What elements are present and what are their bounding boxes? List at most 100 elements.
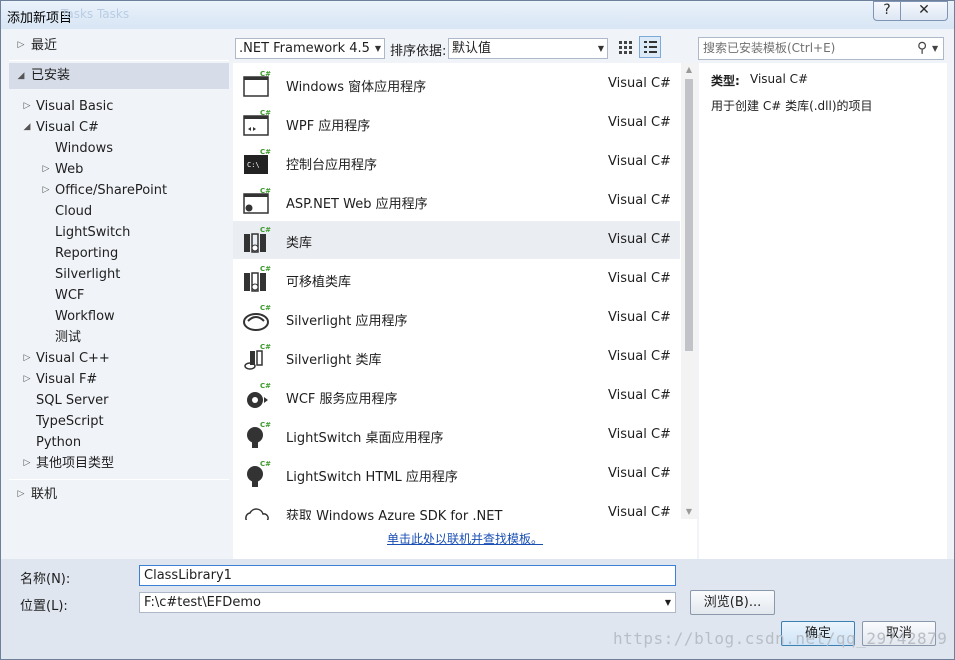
tree-item-installed[interactable]: ◢ 已安装 [9, 63, 229, 89]
tree-item-web[interactable]: ▷ Web [9, 159, 229, 180]
project-name-value: ClassLibrary1 [144, 568, 232, 583]
tree-item-recent[interactable]: ▷ 最近 [9, 35, 229, 56]
expand-arrow-icon[interactable]: ▷ [15, 35, 27, 56]
help-button[interactable]: ? [873, 1, 901, 21]
svg-text:C#: C# [260, 109, 271, 117]
template-name: LightSwitch HTML 应用程序 [286, 470, 458, 485]
svg-text:C#: C# [260, 382, 271, 390]
tree-item-wcf[interactable]: WCF [9, 285, 229, 306]
template-item[interactable]: C# Windows 窗体应用程序 Visual C# [233, 65, 680, 103]
template-item[interactable]: C# Silverlight 类库 Visual C# [233, 338, 680, 376]
tree-item-label: 最近 [31, 38, 58, 53]
template-list-scrollbar[interactable]: ▲ ▼ [681, 63, 697, 519]
template-item[interactable]: 获取 Windows Azure SDK for .NET Visual C# [233, 494, 680, 520]
expand-arrow-icon[interactable]: ▷ [21, 348, 33, 369]
tree-item-visual-basic[interactable]: ▷ Visual Basic [9, 96, 229, 117]
add-new-project-dialog: 添加新项目 Tasks Tasks ? ✕ ▷ 最近 ◢ 已安装 ▷ Visua… [0, 0, 955, 660]
tree-item-lightswitch[interactable]: LightSwitch [9, 222, 229, 243]
find-templates-online-link[interactable]: 单击此处以联机并查找模板。 [387, 530, 543, 547]
template-item[interactable]: C# LightSwitch 桌面应用程序 Visual C# [233, 416, 680, 454]
small-icons-view-button[interactable] [614, 36, 636, 58]
tree-item-windows[interactable]: Windows [9, 138, 229, 159]
sort-dropdown[interactable]: 默认值 ▼ [448, 38, 608, 59]
template-details-pane: 类型: Visual C# 用于创建 C# 类库(.dll)的项目 [699, 63, 947, 559]
tree-item-typescript[interactable]: TypeScript [9, 411, 229, 432]
aspnet-web-icon: C# [243, 187, 271, 214]
search-icon[interactable]: ⚲ [917, 38, 927, 59]
template-item[interactable]: C# 可移植类库 Visual C# [233, 260, 680, 298]
tree-item-label: Visual C# [36, 120, 99, 135]
scrollbar-thumb[interactable] [685, 79, 693, 351]
expand-arrow-icon[interactable]: ▷ [40, 159, 52, 180]
project-name-input[interactable]: ClassLibrary1 [139, 565, 676, 586]
browse-button[interactable]: 浏览(B)... [690, 590, 775, 615]
template-item[interactable]: C# WPF 应用程序 Visual C# [233, 104, 680, 142]
template-language: Visual C# [608, 388, 671, 403]
template-name: WCF 服务应用程序 [286, 392, 398, 407]
chevron-down-icon: ▼ [374, 44, 381, 53]
tree-item-office-sharepoint[interactable]: ▷ Office/SharePoint [9, 180, 229, 201]
cloud-icon [245, 508, 269, 520]
scroll-down-icon[interactable]: ▼ [681, 505, 697, 519]
template-language: Visual C# [608, 310, 671, 325]
svg-text:C:\: C:\ [247, 161, 260, 169]
template-language: Visual C# [608, 505, 671, 520]
template-item[interactable]: C# WCF 服务应用程序 Visual C# [233, 377, 680, 415]
template-name: WPF 应用程序 [286, 119, 371, 134]
tree-item-label: Office/SharePoint [55, 183, 168, 198]
tree-item-label: 测试 [55, 330, 82, 345]
expand-arrow-icon[interactable]: ▷ [21, 96, 33, 117]
tree-item-reporting[interactable]: Reporting [9, 243, 229, 264]
lightswitch-html-icon: C# [247, 460, 271, 487]
scroll-up-icon[interactable]: ▲ [681, 63, 697, 77]
tree-item-python[interactable]: Python [9, 432, 229, 453]
template-item[interactable]: C# LightSwitch HTML 应用程序 Visual C# [233, 455, 680, 493]
tree-item-cloud[interactable]: Cloud [9, 201, 229, 222]
tree-item-test[interactable]: 测试 [9, 327, 229, 348]
tree-item-label: TypeScript [36, 414, 104, 429]
template-search-box[interactable]: 搜索已安装模板(Ctrl+E) ⚲ ▼ [698, 37, 944, 60]
template-item[interactable]: C# Silverlight 应用程序 Visual C# [233, 299, 680, 337]
tree-item-label: Silverlight [55, 267, 121, 282]
details-view-button[interactable] [639, 36, 661, 58]
title-bar: 添加新项目 Tasks Tasks ? ✕ [1, 1, 954, 29]
template-language: Visual C# [608, 76, 671, 91]
tree-item-other-project-types[interactable]: ▷ 其他项目类型 [9, 453, 229, 474]
tree-item-label: Reporting [55, 246, 119, 261]
svg-text:C#: C# [260, 421, 271, 429]
tree-item-visual-csharp[interactable]: ◢ Visual C# [9, 117, 229, 138]
template-language: Visual C# [608, 232, 671, 247]
svg-text:C#: C# [260, 70, 271, 78]
template-item-selected[interactable]: C# 类库 Visual C# [233, 221, 680, 259]
divider [9, 479, 229, 480]
tree-item-online[interactable]: ▷ 联机 [9, 484, 229, 505]
template-item[interactable]: C:\ C# 控制台应用程序 Visual C# [233, 143, 680, 181]
tree-item-silverlight[interactable]: Silverlight [9, 264, 229, 285]
tree-item-label: Windows [55, 141, 114, 156]
collapse-arrow-icon[interactable]: ◢ [21, 117, 33, 138]
tree-item-visual-fsharp[interactable]: ▷ Visual F# [9, 369, 229, 390]
expand-arrow-icon[interactable]: ▷ [40, 180, 52, 201]
template-item[interactable]: C# ASP.NET Web 应用程序 Visual C# [233, 182, 680, 220]
template-name: 类库 [286, 236, 313, 251]
framework-dropdown[interactable]: .NET Framework 4.5 ▼ [235, 38, 385, 59]
chevron-down-icon[interactable]: ▼ [932, 38, 938, 59]
tree-item-visual-cpp[interactable]: ▷ Visual C++ [9, 348, 229, 369]
template-language: Visual C# [608, 349, 671, 364]
tree-item-workflow[interactable]: Workflow [9, 306, 229, 327]
portable-class-library-icon: C# [244, 265, 271, 292]
tree-item-sql-server[interactable]: SQL Server [9, 390, 229, 411]
wpf-icon: C# [243, 109, 271, 136]
location-combo[interactable]: F:\c#test\EFDemo ▼ [139, 592, 676, 613]
windows-forms-icon: C# [243, 70, 271, 97]
expand-arrow-icon[interactable]: ▷ [21, 369, 33, 390]
tree-item-label: Web [55, 162, 84, 177]
tree-item-label: SQL Server [36, 393, 109, 408]
console-app-icon: C:\ C# [244, 148, 271, 174]
expand-arrow-icon[interactable]: ▷ [21, 453, 33, 474]
type-label: 类型: [711, 74, 740, 88]
close-button[interactable]: ✕ [900, 1, 948, 21]
collapse-arrow-icon[interactable]: ◢ [15, 63, 27, 89]
template-language: Visual C# [608, 193, 671, 208]
expand-arrow-icon[interactable]: ▷ [15, 484, 27, 505]
